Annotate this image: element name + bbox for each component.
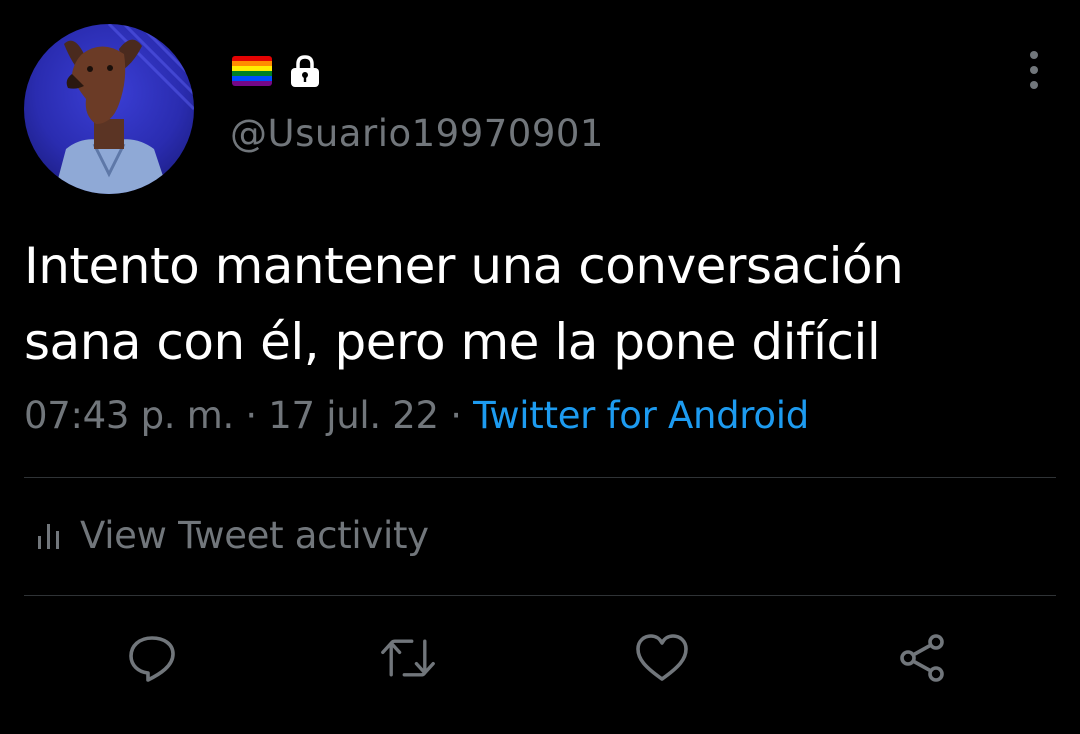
tweet-text-line-2: sana con él, pero me la pone difícil: [24, 313, 881, 371]
rainbow-flag-icon: [232, 56, 272, 86]
bar-chart-icon: [38, 523, 59, 549]
retweet-icon: [381, 639, 435, 677]
meta-separator-2: ·: [438, 394, 474, 437]
tweet-action-bar: [0, 630, 1080, 686]
avatar[interactable]: [24, 24, 194, 194]
tweet-text: Intento mantener una conversación sana c…: [24, 228, 1054, 380]
tweet-source-link[interactable]: Twitter for Android: [473, 394, 809, 437]
more-options-icon[interactable]: [1016, 50, 1052, 90]
reply-button[interactable]: [124, 630, 180, 686]
user-handle[interactable]: @Usuario19970901: [230, 112, 604, 155]
tweet-metadata: 07:43 p. m. · 17 jul. 22 · Twitter for A…: [24, 394, 809, 437]
share-icon: [900, 634, 944, 682]
divider-bottom: [24, 595, 1056, 596]
lock-icon: [288, 54, 322, 88]
view-tweet-activity-label: View Tweet activity: [80, 514, 429, 557]
like-button[interactable]: [634, 630, 690, 686]
tweet-date: 17 jul. 22: [268, 394, 439, 437]
view-tweet-activity-button[interactable]: View Tweet activity: [36, 514, 429, 557]
avatar-image: [54, 24, 194, 194]
profile-badges: [232, 54, 322, 88]
reply-icon: [129, 636, 175, 682]
tweet-time: 07:43 p. m.: [24, 394, 234, 437]
retweet-button[interactable]: [380, 630, 436, 686]
divider-top: [24, 477, 1056, 478]
share-button[interactable]: [894, 630, 950, 686]
heart-icon: [636, 634, 688, 681]
meta-separator-1: ·: [233, 394, 269, 437]
tweet-text-line-1: Intento mantener una conversación: [24, 237, 904, 295]
